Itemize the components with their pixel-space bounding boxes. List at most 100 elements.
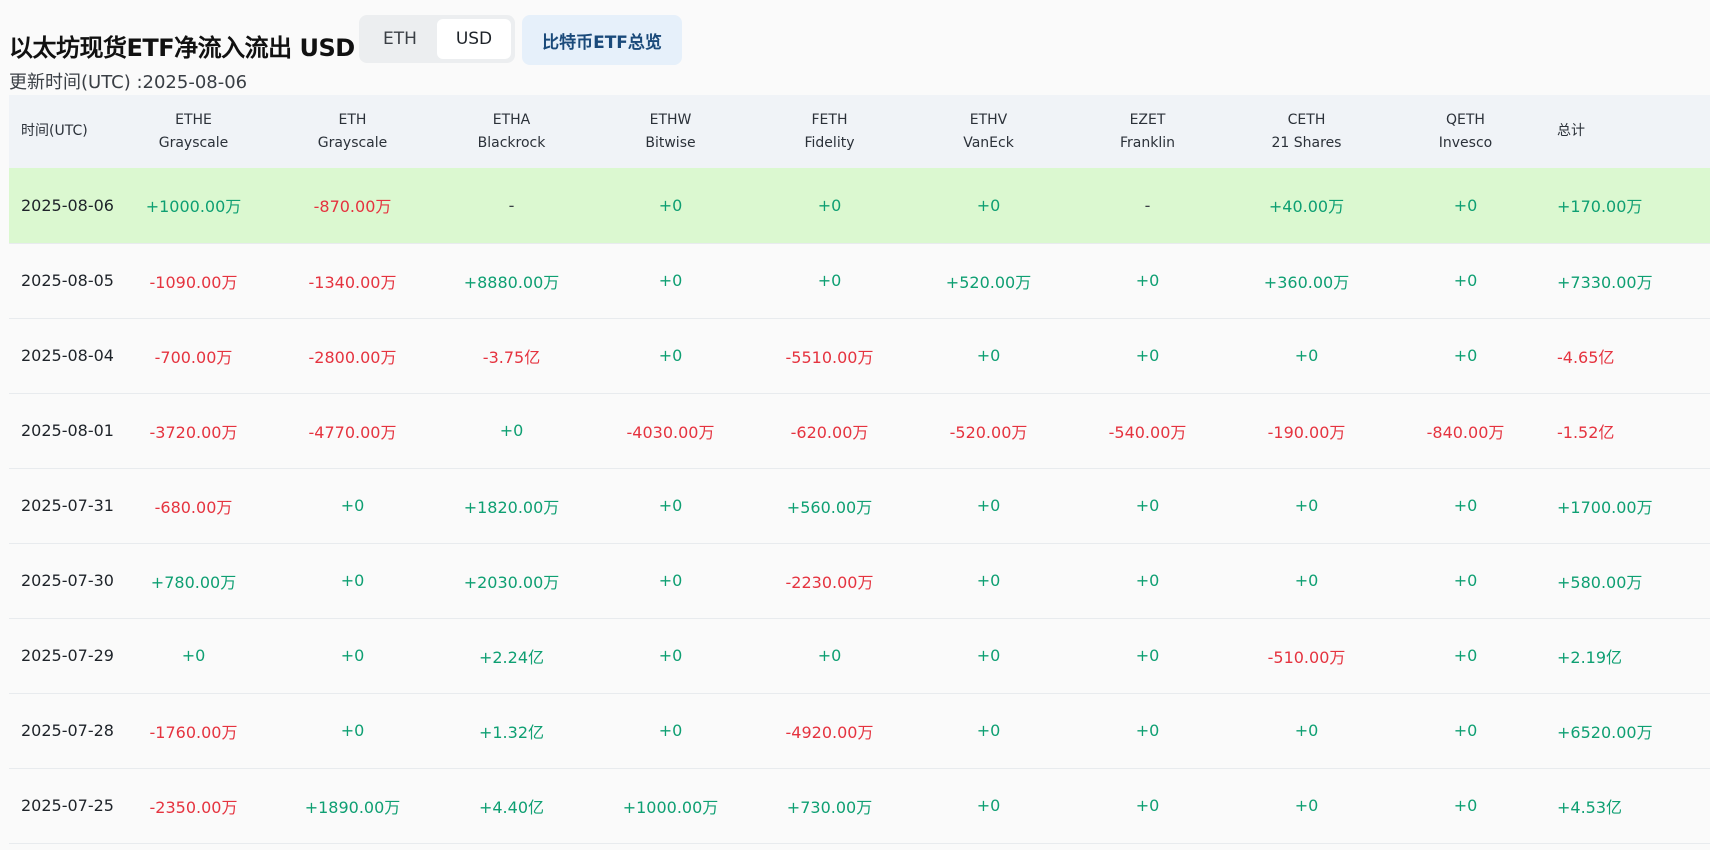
column-issuer: Invesco (1438, 134, 1493, 151)
flow-cell-ceth: -510.00万 (1267, 647, 1346, 667)
flow-cell-eth: -870.00万 (313, 197, 392, 217)
toggle-usd-button[interactable]: USD (437, 19, 511, 59)
page-title: 以太坊现货ETF净流入流出 USD (9, 34, 355, 62)
flow-cell-feth: -4920.00万 (785, 722, 874, 742)
table-row[interactable]: 2025-08-04 -700.00万 -2800.00万 -3.75亿 +0 -5510… (9, 318, 1710, 393)
flow-cell-ezet: +0 (1135, 796, 1160, 815)
row-date: 2025-07-31 (21, 496, 114, 515)
flow-cell-etha: - (508, 195, 515, 215)
flow-cell-ethe: -2350.00万 (149, 797, 238, 817)
column-header-ethw: ETHW Bitwise (591, 95, 750, 168)
flow-cell-ethw: +1000.00万 (622, 797, 719, 817)
flow-cell-eth: -4770.00万 (308, 422, 397, 442)
flow-cell-etha: +2.24亿 (478, 647, 545, 667)
flow-cell-ethw: +0 (658, 346, 683, 365)
column-ticker: QETH (1446, 111, 1485, 128)
flow-cell-ethe: -680.00万 (154, 497, 233, 517)
flow-cell-ceth: +360.00万 (1263, 272, 1350, 292)
flow-cell-ethv: +0 (976, 646, 1001, 665)
flow-cell-etha: +2030.00万 (463, 572, 560, 592)
flow-cell-total: +2.19亿 (1557, 647, 1623, 667)
flow-cell-ezet: +0 (1135, 721, 1160, 740)
flow-cell-total: -4.65亿 (1557, 347, 1615, 367)
etf-flow-table-container: 时间(UTC) ETHE Grayscale ETH Grayscale ETHA Blac… (9, 95, 1710, 844)
row-date: 2025-07-28 (21, 721, 114, 740)
flow-cell-etha: +1820.00万 (463, 497, 560, 517)
flow-cell-total: +1700.00万 (1557, 497, 1653, 517)
flow-cell-feth: -2230.00万 (785, 572, 874, 592)
table-row[interactable]: 2025-08-01 -3720.00万 -4770.00万 +0 -4030.00万 -… (9, 393, 1710, 468)
table-row[interactable]: 2025-07-30 +780.00万 +0 +2030.00万 +0 -2230.00万… (9, 543, 1710, 618)
column-header-ethe: ETHE Grayscale (114, 95, 273, 168)
flow-cell-etha: +8880.00万 (463, 272, 560, 292)
flow-cell-qeth: +0 (1453, 646, 1478, 665)
flow-cell-ezet: +0 (1135, 271, 1160, 290)
flow-cell-ceth: +0 (1294, 721, 1319, 740)
table-row[interactable]: 2025-07-28 -1760.00万 +0 +1.32亿 +0 -4920.00万 +0… (9, 693, 1710, 768)
column-header-ezet: EZET Franklin (1068, 95, 1227, 168)
flow-cell-eth: +0 (340, 496, 365, 515)
flow-cell-ethw: -4030.00万 (626, 422, 715, 442)
table-row[interactable]: 2025-07-25 -2350.00万 +1890.00万 +4.40亿 +1000.… (9, 768, 1710, 843)
table-row[interactable]: 2025-07-31 -680.00万 +0 +1820.00万 +0 +560.00万 +… (9, 468, 1710, 543)
flow-cell-feth: -620.00万 (790, 422, 869, 442)
column-issuer: Fidelity (804, 134, 855, 151)
row-date: 2025-07-29 (21, 646, 114, 665)
column-header-date: 时间(UTC) (21, 123, 88, 139)
flow-cell-ezet: +0 (1135, 346, 1160, 365)
flow-cell-ethv: +0 (976, 496, 1001, 515)
page-header: 以太坊现货ETF净流入流出 USD ETH USD 比特币ETF总览 更新时间(… (0, 0, 1710, 95)
flow-cell-ceth: +0 (1294, 346, 1319, 365)
row-date: 2025-08-01 (21, 421, 114, 440)
flow-cell-ezet: - (1144, 195, 1151, 215)
column-header-eth: ETH Grayscale (273, 95, 432, 168)
flow-cell-ethv: -520.00万 (949, 422, 1028, 442)
flow-cell-eth: +1890.00万 (304, 797, 401, 817)
flow-cell-ezet: -540.00万 (1108, 422, 1187, 442)
table-body: 2025-08-06 +1000.00万 -870.00万 - +0 +0 +0 - +40.0… (9, 168, 1710, 843)
column-ticker: CETH (1287, 111, 1326, 128)
column-ticker: ETHW (649, 111, 692, 128)
column-issuer: VanEck (963, 134, 1014, 151)
flow-cell-ethe: +780.00万 (150, 572, 237, 592)
column-header-total: 总计 (1557, 123, 1585, 139)
column-ticker: EZET (1129, 111, 1166, 128)
flow-cell-qeth: +0 (1453, 496, 1478, 515)
flow-cell-ethe: -1760.00万 (149, 722, 238, 742)
column-issuer: Grayscale (317, 134, 388, 151)
flow-cell-ethe: +0 (181, 646, 206, 665)
flow-cell-eth: +0 (340, 646, 365, 665)
flow-cell-ezet: +0 (1135, 646, 1160, 665)
column-ticker: ETHE (175, 111, 212, 128)
column-issuer: Grayscale (158, 134, 229, 151)
flow-cell-eth: -1340.00万 (308, 272, 397, 292)
table-row[interactable]: 2025-08-05 -1090.00万 -1340.00万 +8880.00万 +0 +… (9, 243, 1710, 318)
flow-cell-feth: +0 (817, 646, 842, 665)
table-header-row: 时间(UTC) ETHE Grayscale ETH Grayscale ETHA Blac… (9, 95, 1710, 168)
flow-cell-ethw: +0 (658, 271, 683, 290)
column-header-ceth: CETH 21 Shares (1227, 95, 1386, 168)
row-date: 2025-08-06 (21, 195, 114, 215)
flow-cell-ethw: +0 (658, 571, 683, 590)
table-row[interactable]: 2025-07-29 +0 +0 +2.24亿 +0 +0 +0 +0 -510.00万 +0 +2… (9, 618, 1710, 693)
unit-toggle[interactable]: ETH USD (359, 15, 515, 63)
table-row[interactable]: 2025-08-06 +1000.00万 -870.00万 - +0 +0 +0 - +40.0… (9, 168, 1710, 243)
flow-cell-ethe: -1090.00万 (149, 272, 238, 292)
toggle-eth-button[interactable]: ETH (363, 19, 437, 59)
flow-cell-ethe: -700.00万 (154, 347, 233, 367)
flow-cell-etha: -3.75亿 (482, 347, 541, 367)
flow-cell-etha: +0 (499, 421, 524, 440)
column-ticker: ETHA (492, 111, 531, 128)
flow-cell-ethw: +0 (658, 195, 683, 215)
flow-cell-feth: +730.00万 (786, 797, 873, 817)
column-header-etha: ETHA Blackrock (432, 95, 591, 168)
flow-cell-etha: +1.32亿 (478, 722, 545, 742)
update-time: 更新时间(UTC) :2025-08-06 (9, 72, 248, 93)
flow-cell-ezet: +0 (1135, 496, 1160, 515)
column-ticker: FETH (811, 111, 848, 128)
flow-cell-ceth: +0 (1294, 496, 1319, 515)
column-header-qeth: QETH Invesco (1386, 95, 1545, 168)
btc-etf-overview-button[interactable]: 比特币ETF总览 (522, 15, 682, 65)
flow-cell-ceth: +0 (1294, 796, 1319, 815)
flow-cell-feth: +560.00万 (786, 497, 873, 517)
